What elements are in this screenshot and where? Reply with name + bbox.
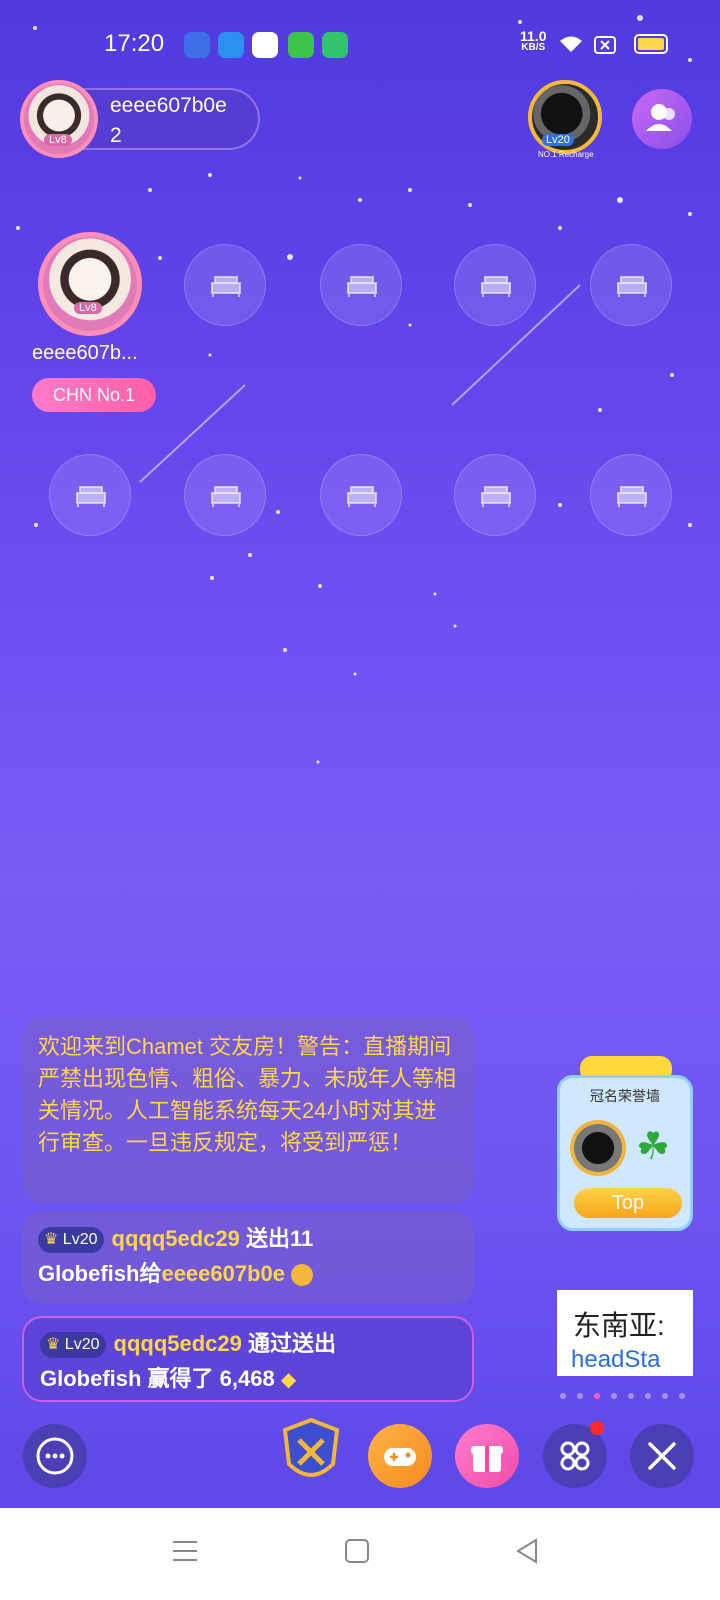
browser-app-icon (218, 32, 244, 58)
host-avatar[interactable] (20, 80, 98, 158)
clover-icon: ☘ (636, 1126, 671, 1168)
globefish-icon (291, 1264, 314, 1287)
gift-button[interactable] (455, 1424, 519, 1488)
store-app-icon (288, 32, 314, 58)
honor-wall-title: 冠名荣誉墙 (590, 1088, 660, 1104)
system-navigation-bar (0, 1508, 720, 1600)
message-action: 送出11 (246, 1226, 314, 1251)
security-app-icon (322, 32, 348, 58)
seat-1-name: eeee607b... (32, 342, 138, 364)
seat-1-host-avatar[interactable] (38, 232, 142, 336)
network-speed-unit: KB/S (521, 42, 546, 53)
crown-icon: ♛ (44, 1231, 59, 1249)
host-count: 2 (110, 124, 122, 147)
seat-5-empty[interactable] (590, 244, 672, 326)
seat-9-empty[interactable] (454, 454, 536, 536)
top-recharge-caption: NO.1 Recharge (538, 150, 594, 159)
host-name: eeee607b0e (110, 94, 227, 117)
close-room-button[interactable] (630, 1424, 694, 1488)
battery-icon (634, 34, 668, 54)
status-bar: 17:20 11.0 KB/S (0, 0, 720, 88)
sender-name[interactable]: qqqq5edc29 (114, 1331, 242, 1356)
battle-shield-icon[interactable] (281, 1418, 341, 1488)
top-recharge-level: Lv20 (542, 134, 574, 146)
home-icon[interactable] (344, 1538, 370, 1564)
seat-7-empty[interactable] (184, 454, 266, 536)
sofa-icon (76, 486, 106, 507)
sofa-icon (617, 276, 647, 297)
gift-message-1[interactable]: ♛ Lv20 qqqq5edc29 送出11 Globefish给eeee607b… (22, 1211, 474, 1303)
sender-name[interactable]: qqqq5edc29 (112, 1226, 240, 1251)
gift-name: Globefish给 (38, 1261, 162, 1286)
honor-avatar (570, 1120, 626, 1176)
honor-wall-card[interactable]: 冠名荣誉墙 ☘ Top (557, 1075, 693, 1231)
back-icon[interactable] (512, 1536, 542, 1566)
banner-line2: headSta (571, 1346, 661, 1373)
sofa-icon (211, 276, 241, 297)
recipient-name[interactable]: eeee607b0e (161, 1261, 285, 1286)
diamond-icon: ◆ (280, 1369, 297, 1391)
people-icon (646, 104, 675, 131)
chat-input-button[interactable] (23, 1424, 87, 1488)
audience-list-button[interactable] (632, 89, 692, 149)
win-text: Globefish 赢得了 6,468 (40, 1366, 275, 1391)
sofa-icon (617, 486, 647, 507)
gamepad-icon (384, 1448, 416, 1466)
baidu-app-icon (184, 32, 210, 58)
game-button[interactable] (368, 1424, 432, 1488)
promo-banner[interactable]: 东南亚: headSta (557, 1290, 693, 1376)
video-app-icon (252, 32, 278, 58)
honor-top-button[interactable]: Top (574, 1188, 682, 1218)
seat-2-empty[interactable] (184, 244, 266, 326)
seat-6-empty[interactable] (49, 454, 131, 536)
status-time: 17:20 (104, 30, 165, 57)
sofa-icon (481, 486, 511, 507)
sim-icon (594, 36, 616, 54)
message-action: 通过送出 (248, 1331, 337, 1356)
banner-line1: 东南亚: (573, 1310, 665, 1341)
seat-4-empty[interactable] (454, 244, 536, 326)
level-text: Lv20 (62, 1231, 98, 1249)
seat-8-empty[interactable] (320, 454, 402, 536)
chat-bubble-icon (36, 1437, 74, 1475)
crown-level-badge: ♛ Lv20 (40, 1332, 106, 1359)
seat-10-empty[interactable] (590, 454, 672, 536)
menu-icon[interactable] (170, 1536, 200, 1566)
seat-3-empty[interactable] (320, 244, 402, 326)
banner-page-dots (560, 1386, 696, 1404)
chn-rank-badge: CHN No.1 (32, 378, 156, 412)
close-icon (648, 1442, 676, 1470)
seat-host-level-tag: Lv8 (74, 302, 102, 314)
gift-icon (471, 1446, 503, 1472)
sofa-icon (347, 276, 377, 297)
sofa-icon (211, 486, 241, 507)
wifi-icon (560, 36, 582, 52)
network-speed: 11.0 KB/S (520, 29, 546, 54)
crown-level-badge: ♛ Lv20 (38, 1227, 104, 1254)
room-notice-message: 欢迎来到Chamet 交友房！警告：直播期间严禁出现色情、粗俗、暴力、未成年人等… (22, 1017, 474, 1203)
level-text: Lv20 (64, 1336, 100, 1354)
gift-message-2[interactable]: ♛ Lv20 qqqq5edc29 通过送出 Globefish 赢得了 6,46… (22, 1316, 474, 1402)
host-level-tag: Lv8 (44, 134, 72, 146)
sofa-icon (347, 486, 377, 507)
crown-icon: ♛ (46, 1336, 61, 1354)
sofa-icon (481, 276, 511, 297)
notification-dot (590, 1421, 604, 1435)
